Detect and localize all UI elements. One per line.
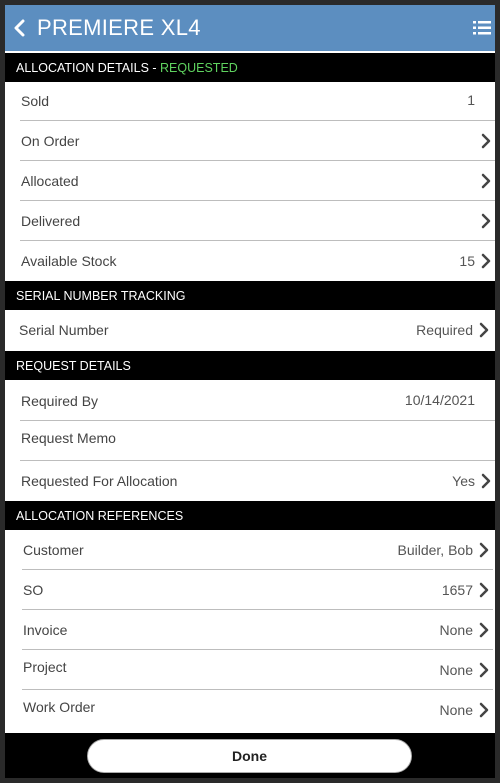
row-label: Requested For Allocation xyxy=(21,473,178,489)
row-label: Serial Number xyxy=(19,322,109,338)
row-required-by[interactable]: Required By 10/14/2021 xyxy=(20,381,495,421)
section-header-request-details: REQUEST DETAILS xyxy=(5,351,495,380)
row-label: Sold xyxy=(21,92,50,109)
chevron-right-icon xyxy=(478,702,490,718)
row-label: Delivered xyxy=(21,212,81,229)
row-label: Project xyxy=(23,659,67,675)
row-project[interactable]: Project None xyxy=(22,650,493,690)
row-on-order[interactable]: On Order xyxy=(20,121,495,161)
chevron-right-icon xyxy=(480,213,492,229)
section-header-allocation-details: ALLOCATION DETAILS - REQUESTED xyxy=(5,53,495,82)
section-title: SERIAL NUMBER TRACKING xyxy=(16,288,186,303)
row-value: None xyxy=(439,661,473,678)
row-value: None xyxy=(439,702,473,718)
status-badge: REQUESTED xyxy=(160,60,238,75)
bottom-bar: Done xyxy=(5,733,495,778)
chevron-left-icon xyxy=(14,19,25,37)
row-invoice[interactable]: Invoice None xyxy=(22,610,493,650)
page-title: PREMIERE XL4 xyxy=(37,15,201,40)
row-value: 10/14/2021 xyxy=(404,392,475,408)
menu-button[interactable] xyxy=(469,13,495,43)
section-separator: - xyxy=(148,60,161,75)
row-label: Invoice xyxy=(23,621,68,638)
chevron-right-icon xyxy=(478,662,490,678)
row-delivered[interactable]: Delivered xyxy=(20,201,495,241)
app-screen: PREMIERE XL4 ALLOCATION DETAILS - REQUES… xyxy=(5,5,495,778)
row-request-memo[interactable]: Request Memo xyxy=(20,421,495,461)
chevron-right-icon xyxy=(480,133,492,149)
chevron-right-icon xyxy=(478,542,490,558)
row-label: On Order xyxy=(21,132,80,149)
row-label: SO xyxy=(23,581,44,598)
row-value: 15 xyxy=(459,253,475,269)
section-title: ALLOCATION REFERENCES xyxy=(16,508,184,523)
chevron-right-icon xyxy=(480,473,492,489)
row-available-stock[interactable]: Available Stock 15 xyxy=(20,241,495,281)
row-requested-for-allocation[interactable]: Requested For Allocation Yes xyxy=(20,461,495,501)
row-label: Available Stock xyxy=(21,253,117,269)
row-value: Builder, Bob xyxy=(397,541,474,558)
row-work-order[interactable]: Work Order None xyxy=(22,690,493,730)
row-label: Required By xyxy=(21,392,99,409)
chevron-right-icon xyxy=(478,582,490,598)
section-title: REQUEST DETAILS xyxy=(16,358,131,373)
row-so[interactable]: SO 1657 xyxy=(22,570,493,610)
row-value: Required xyxy=(416,322,473,338)
row-value: 1657 xyxy=(441,581,473,598)
list-menu-icon xyxy=(473,21,491,35)
row-value: 1 xyxy=(467,92,475,108)
section-header-serial-tracking: SERIAL NUMBER TRACKING xyxy=(5,281,495,310)
row-label: Customer xyxy=(23,541,84,558)
row-label: Work Order xyxy=(23,699,96,715)
back-button[interactable] xyxy=(5,5,35,51)
chevron-right-icon xyxy=(480,173,492,189)
section-title: ALLOCATION DETAILS xyxy=(16,60,149,75)
row-customer[interactable]: Customer Builder, Bob xyxy=(22,530,493,570)
row-allocated[interactable]: Allocated xyxy=(20,161,495,201)
chevron-right-icon xyxy=(478,622,490,638)
done-button[interactable]: Done xyxy=(87,739,412,773)
row-serial-number[interactable]: Serial Number Required xyxy=(18,310,493,350)
row-value: Yes xyxy=(452,473,475,489)
section-header-allocation-references: ALLOCATION REFERENCES xyxy=(5,501,495,530)
top-bar: PREMIERE XL4 xyxy=(5,5,495,51)
row-label: Request Memo xyxy=(21,430,116,446)
row-value: None xyxy=(439,621,473,638)
row-sold[interactable]: Sold 1 xyxy=(20,81,495,121)
chevron-right-icon xyxy=(478,322,490,338)
row-label: Allocated xyxy=(21,172,79,189)
chevron-right-icon xyxy=(480,253,492,269)
